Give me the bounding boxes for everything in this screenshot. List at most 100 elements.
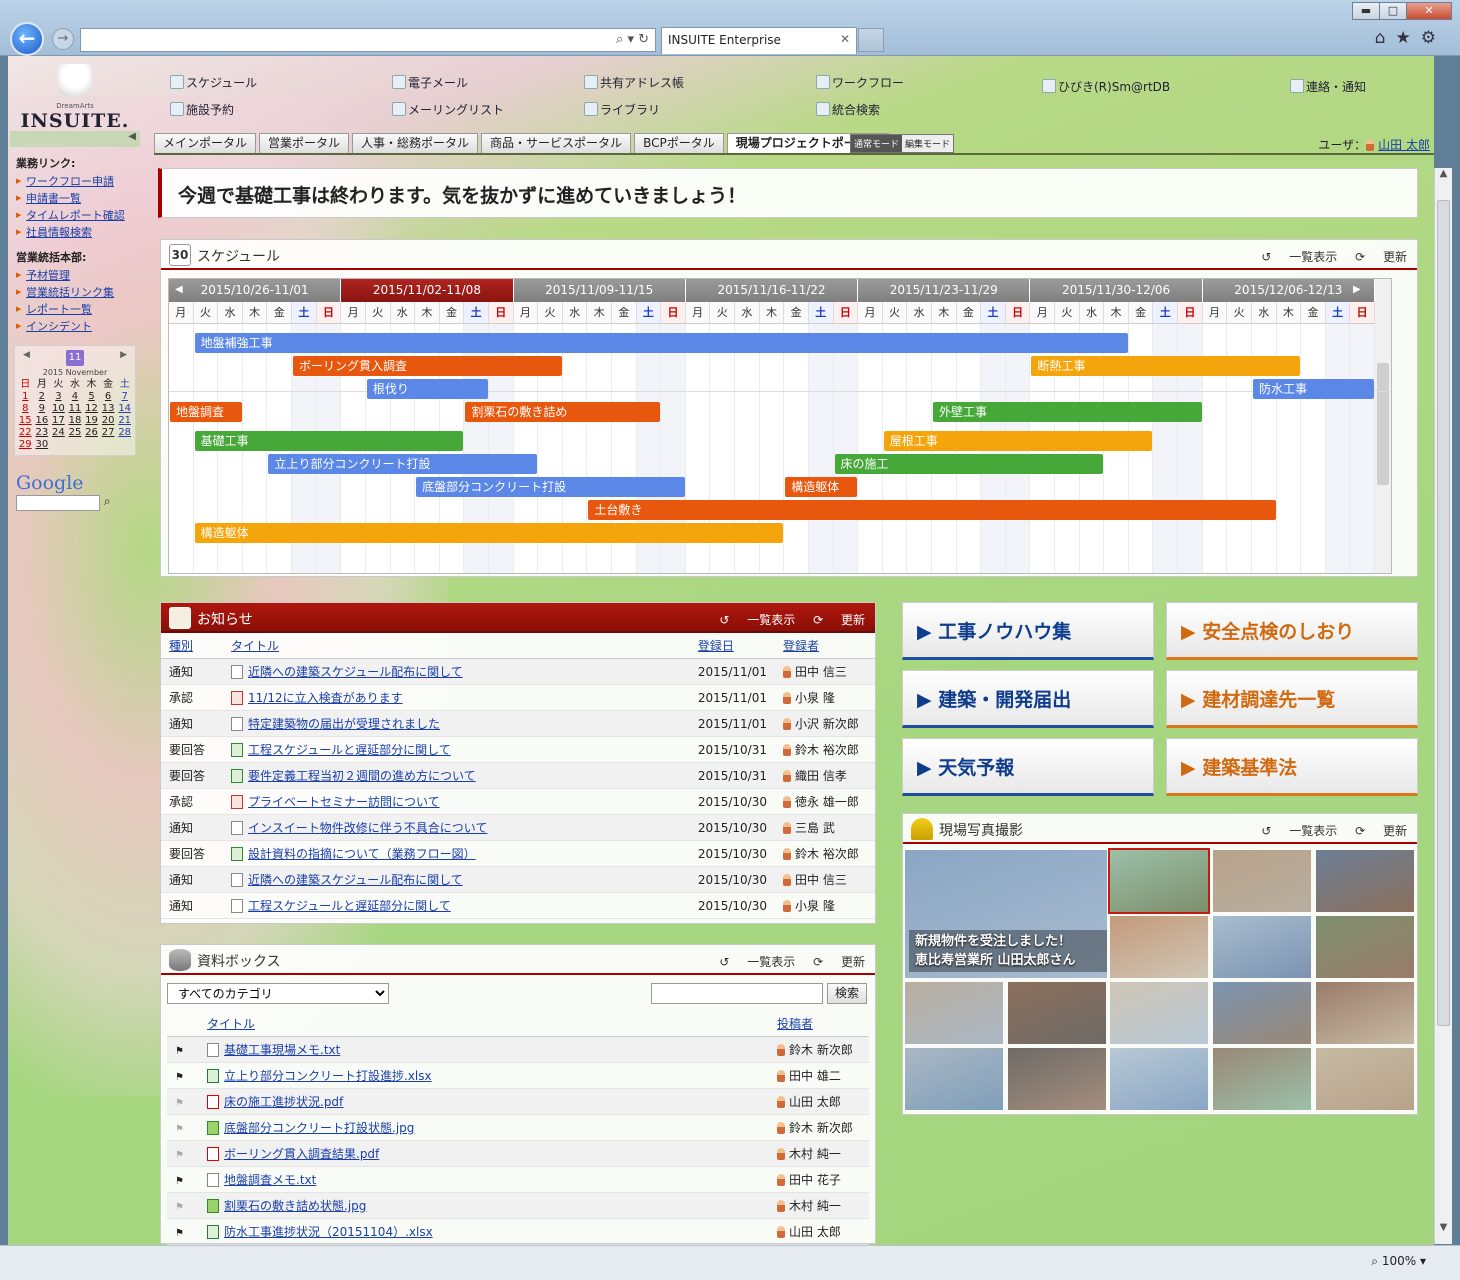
news-col-0[interactable]: 種別 xyxy=(161,633,223,659)
task-bar-11[interactable]: 床の施工 xyxy=(834,454,1104,474)
news-title-link[interactable]: 特定建築物の届出が受理されました xyxy=(248,717,440,731)
table-row[interactable]: 通知 近隣への建築スケジュール配布に関して 2015/10/30 田中 信三 xyxy=(161,866,875,893)
task-bar-8[interactable]: 基礎工事 xyxy=(194,431,464,451)
week-header-2[interactable]: 2015/11/09-11/15 xyxy=(513,279,686,302)
table-row[interactable]: 通知 インスイート物件改修に伴う不具合について 2015/10/30 三島 武 xyxy=(161,814,875,841)
news-title-link[interactable]: 工程スケジュールと遅延部分に関して xyxy=(248,899,451,913)
calendar-day[interactable]: 25 xyxy=(67,427,84,439)
forward-button[interactable]: → xyxy=(52,28,74,50)
new-tab-button[interactable] xyxy=(858,28,884,52)
table-row[interactable]: ⚑ 立上り部分コンクリート打設進捗.xlsx 田中 雄二 xyxy=(167,1062,869,1089)
edit-mode-button[interactable]: 編集モード xyxy=(902,135,954,152)
insuite-logo[interactable]: DreamArts INSUITE. xyxy=(20,64,130,132)
flag-icon[interactable]: ⚑ xyxy=(175,1228,185,1239)
calendar-day[interactable]: 24 xyxy=(50,427,67,439)
link-tile-5[interactable]: ▶ 建築基準法 xyxy=(1166,738,1418,796)
table-row[interactable]: 通知 近隣への建築スケジュール配布に関して 2015/11/01 田中 信三 xyxy=(161,658,875,685)
news-title-link[interactable]: 近隣への建築スケジュール配布に関して xyxy=(248,873,463,887)
doc-title-link[interactable]: 立上り部分コンクリート打設進捗.xlsx xyxy=(224,1069,432,1083)
calendar-day[interactable]: 12 xyxy=(83,403,100,415)
site-photo-16[interactable] xyxy=(1316,1048,1414,1110)
sidebar-link-1-3[interactable]: インシデント xyxy=(16,318,140,335)
scroll-up-icon[interactable]: ▲ xyxy=(1435,168,1452,186)
sidebar-collapse-icon[interactable]: ◀ xyxy=(10,131,140,147)
news-col-1[interactable]: タイトル xyxy=(223,633,690,659)
magnifier-icon[interactable]: ⌕ xyxy=(100,494,111,508)
news-title-link[interactable]: 近隣への建築スケジュール配布に関して xyxy=(248,665,463,679)
sidebar-link-0-1[interactable]: 申請書一覧 xyxy=(16,190,140,207)
menu-item-5[interactable]: ライブラリ xyxy=(584,101,660,118)
task-bar-14[interactable]: 土台敷き xyxy=(588,500,1276,520)
back-button[interactable]: ← xyxy=(10,22,44,56)
favorites-star-icon[interactable]: ★ xyxy=(1396,28,1421,48)
site-photo-1[interactable] xyxy=(1108,848,1210,914)
menu-item-2[interactable]: 電子メール xyxy=(392,74,468,91)
calendar-day[interactable]: 8 xyxy=(17,403,34,415)
calendar-day[interactable]: 20 xyxy=(100,415,117,427)
portal-tab-4[interactable]: BCPポータル xyxy=(634,133,724,153)
category-select[interactable]: すべてのカテゴリ xyxy=(167,983,389,1004)
photos-list-link[interactable]: ↺ 一覧表示 xyxy=(1261,824,1337,838)
table-row[interactable]: ⚑ 底盤部分コンクリート打設状態.jpg 鈴木 新次郎 xyxy=(167,1114,869,1141)
sidebar-link-0-2[interactable]: タイムレポート確認 xyxy=(16,207,140,224)
task-bar-13[interactable]: 構造躯体 xyxy=(785,477,858,497)
doc-title-link[interactable]: 床の施工進捗状況.pdf xyxy=(224,1095,343,1109)
calendar-day[interactable]: 13 xyxy=(100,403,117,415)
docbox-col-1[interactable]: 投稿者 xyxy=(769,1011,869,1037)
week-header-0[interactable]: 2015/10/26-11/01 xyxy=(169,279,342,302)
calendar-day[interactable]: 3 xyxy=(50,391,67,403)
docbox-search-button[interactable]: 検索 xyxy=(827,983,867,1004)
portal-tab-1[interactable]: 営業ポータル xyxy=(259,133,350,153)
site-photo-8[interactable] xyxy=(1008,982,1106,1044)
calendar-day[interactable]: 21 xyxy=(116,415,133,427)
calendar-prev-icon[interactable]: ◀ xyxy=(23,350,30,366)
site-photo-14[interactable] xyxy=(1110,1048,1208,1110)
task-bar-10[interactable]: 立上り部分コンクリート打設 xyxy=(268,454,538,474)
calendar-day[interactable]: 14 xyxy=(116,403,133,415)
home-icon[interactable]: ⌂ xyxy=(1375,28,1396,48)
calendar-day[interactable]: 29 xyxy=(17,439,34,451)
task-bar-7[interactable]: 外壁工事 xyxy=(932,402,1202,422)
sidebar-link-1-1[interactable]: 営業統括リンク集 xyxy=(16,284,140,301)
gear-icon[interactable]: ⚙ xyxy=(1421,28,1446,48)
docbox-refresh-link[interactable]: ⟳ 更新 xyxy=(813,955,865,969)
calendar-day[interactable]: 11 xyxy=(67,403,84,415)
task-bar-6[interactable]: 割栗石の敷き詰め xyxy=(465,402,661,422)
sidebar-link-1-2[interactable]: レポート一覧 xyxy=(16,301,140,318)
calendar-day[interactable]: 27 xyxy=(100,427,117,439)
docbox-search-input[interactable] xyxy=(651,983,823,1004)
portal-tab-0[interactable]: メインポータル xyxy=(154,133,257,153)
menu-item-8[interactable]: ひびき(R)Sm@rtDB xyxy=(1042,78,1170,95)
doc-title-link[interactable]: 割栗石の敷き詰め状態.jpg xyxy=(224,1199,366,1213)
portal-tab-3[interactable]: 商品・サービスポータル xyxy=(481,133,632,153)
flag-icon[interactable]: ⚑ xyxy=(175,1202,185,1213)
calendar-day[interactable]: 10 xyxy=(50,403,67,415)
menu-item-9[interactable]: 連絡・通知 xyxy=(1290,78,1366,95)
site-photo-0[interactable]: 新規物件を受注しました！ 恵比寿営業所 山田太郎さん xyxy=(905,850,1107,978)
calendar-day[interactable]: 5 xyxy=(83,391,100,403)
site-photo-13[interactable] xyxy=(1008,1048,1106,1110)
table-row[interactable]: 通知 特定建築物の届出が受理されました 2015/11/01 小沢 新次郎 xyxy=(161,710,875,737)
doc-title-link[interactable]: ボーリング貫入調査結果.pdf xyxy=(224,1147,379,1161)
menu-item-7[interactable]: 統合検索 xyxy=(816,101,880,118)
calendar-day[interactable]: 15 xyxy=(17,415,34,427)
doc-title-link[interactable]: 底盤部分コンクリート打設状態.jpg xyxy=(224,1121,414,1135)
table-row[interactable]: ⚑ 床の施工進捗状況.pdf 山田 太郎 xyxy=(167,1088,869,1115)
tab-close-icon[interactable]: ✕ xyxy=(840,32,850,46)
normal-mode-button[interactable]: 通常モード xyxy=(851,135,903,152)
doc-title-link[interactable]: 基礎工事現場メモ.txt xyxy=(224,1043,340,1057)
table-row[interactable]: 承認 プライベートセミナー訪問について 2015/10/30 徳永 雄一郎 xyxy=(161,788,875,815)
news-title-link[interactable]: プライベートセミナー訪問について xyxy=(248,795,440,809)
site-photo-3[interactable] xyxy=(1316,850,1414,912)
browser-tab[interactable]: INSUITE Enterprise ✕ xyxy=(661,27,857,54)
flag-icon[interactable]: ⚑ xyxy=(175,1098,185,1109)
site-photo-10[interactable] xyxy=(1213,982,1311,1044)
calendar-day[interactable]: 2 xyxy=(34,391,51,403)
table-row[interactable]: 承認 11/12に立入検査があります 2015/11/01 小泉 隆 xyxy=(161,684,875,711)
page-scroll-thumb[interactable] xyxy=(1437,200,1450,1026)
news-refresh-link[interactable]: ⟳ 更新 xyxy=(813,613,865,627)
flag-icon[interactable]: ⚑ xyxy=(175,1176,185,1187)
week-header-4[interactable]: 2015/11/23-11/29 xyxy=(858,279,1031,302)
week-header-1[interactable]: 2015/11/02-11/08 xyxy=(341,279,514,302)
link-tile-1[interactable]: ▶ 安全点検のしおり xyxy=(1166,602,1418,660)
